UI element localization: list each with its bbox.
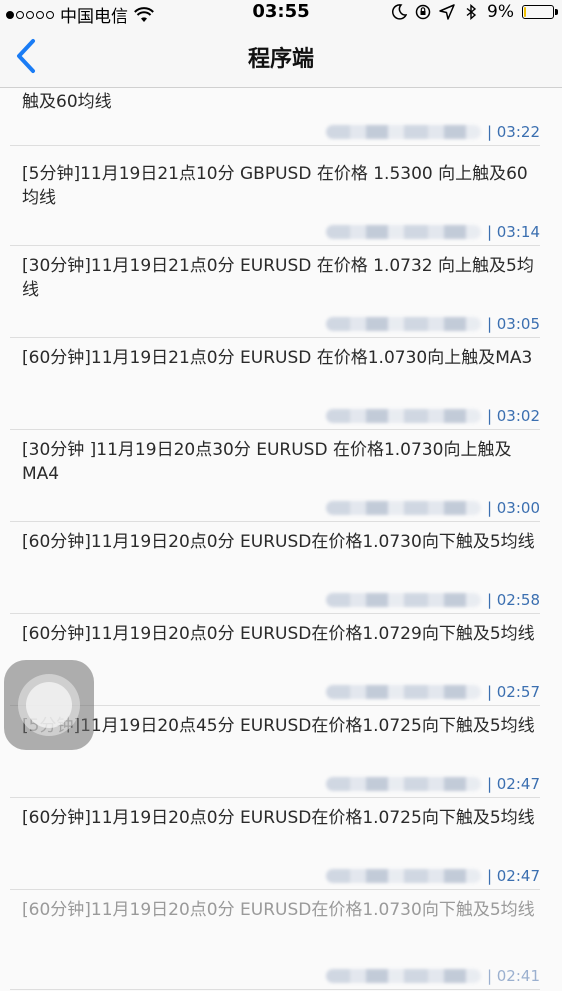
moon-icon [392, 4, 408, 20]
message-time: | 03:22 [486, 123, 540, 141]
list-item[interactable]: [5分钟]11月19日21点10分 GBPUSD 在价格 1.5300 向上触及… [10, 154, 540, 246]
assistive-touch-button[interactable] [4, 660, 94, 750]
blurred-sender [325, 409, 481, 423]
list-item[interactable]: [60分钟]11月19日20点0分 EURUSD在价格1.0730向下触及5均线… [10, 522, 540, 614]
message-text: [60分钟]11月19日20点0分 EURUSD在价格1.0725向下触及5均线 [22, 808, 535, 828]
message-text: [60分钟]11月19日20点0分 EURUSD在价格1.0730向下触及5均线 [22, 900, 535, 920]
message-time: | 03:00 [486, 499, 540, 517]
status-right: 9% [391, 2, 558, 22]
message-text: [60分钟]11月19日20点0分 EURUSD在价格1.0730向下触及5均线 [22, 532, 535, 552]
message-time: | 02:47 [486, 775, 540, 793]
message-time: | 02:47 [486, 867, 540, 885]
message-text: [30分钟 ]11月19日20点30分 EURUSD 在价格1.0730向上触及… [22, 440, 512, 484]
message-text: [60分钟]11月19日20点0分 EURUSD在价格1.0729向下触及5均线 [22, 624, 535, 644]
blurred-sender [325, 125, 481, 139]
blurred-sender [325, 969, 481, 983]
blurred-sender [325, 777, 481, 791]
message-time: | 02:58 [486, 591, 540, 609]
battery-fill [524, 7, 526, 17]
list-item[interactable]: [60分钟]11月19日20点0分 EURUSD在价格1.0730向下触及5均线… [10, 890, 540, 990]
message-text: [60分钟]11月19日21点0分 EURUSD 在价格1.0730向上触及MA… [22, 348, 533, 368]
list-item[interactable]: [30分钟]11月19日21点0分 EURUSD 在价格 1.0732 向上触及… [10, 246, 540, 338]
blurred-sender [325, 869, 481, 883]
message-text: [5分钟]11月19日21点10分 GBPUSD 在价格 1.5300 向上触及… [22, 164, 528, 208]
message-list[interactable]: 触及60均线 | 03:22 [5分钟]11月19日21点10分 GBPUSD … [0, 88, 562, 991]
battery-percent: 9% [487, 2, 514, 22]
list-item[interactable]: 触及60均线 | 03:22 [10, 88, 540, 146]
message-time: | 03:14 [486, 223, 540, 241]
blurred-sender [325, 685, 481, 699]
battery-icon [522, 5, 558, 19]
message-text: [5分钟]11月19日20点45分 EURUSD在价格1.0725向下触及5均线 [22, 716, 535, 736]
location-arrow-icon [439, 4, 455, 20]
blurred-sender [325, 593, 481, 607]
message-text: [30分钟]11月19日21点0分 EURUSD 在价格 1.0732 向上触及… [22, 256, 534, 300]
status-bar: 中国电信 03:55 9% [0, 0, 562, 27]
list-item[interactable]: [60分钟]11月19日21点0分 EURUSD 在价格1.0730向上触及MA… [10, 338, 540, 430]
blurred-sender [325, 225, 481, 239]
message-time: | 02:57 [486, 683, 540, 701]
page-title: 程序端 [247, 47, 314, 72]
rotation-lock-icon [415, 4, 431, 20]
list-item[interactable]: [60分钟]11月19日20点0分 EURUSD在价格1.0725向下触及5均线… [10, 798, 540, 890]
blurred-sender [325, 317, 481, 331]
bluetooth-icon [466, 4, 477, 20]
message-time: | 03:02 [486, 407, 540, 425]
blurred-sender [325, 501, 481, 515]
message-time: | 02:41 [486, 967, 540, 985]
list-item[interactable]: [30分钟 ]11月19日20点30分 EURUSD 在价格1.0730向上触及… [10, 430, 540, 522]
message-time: | 03:05 [486, 315, 540, 333]
message-text: 触及60均线 [22, 92, 112, 112]
nav-bar: 程序端 [0, 26, 562, 88]
